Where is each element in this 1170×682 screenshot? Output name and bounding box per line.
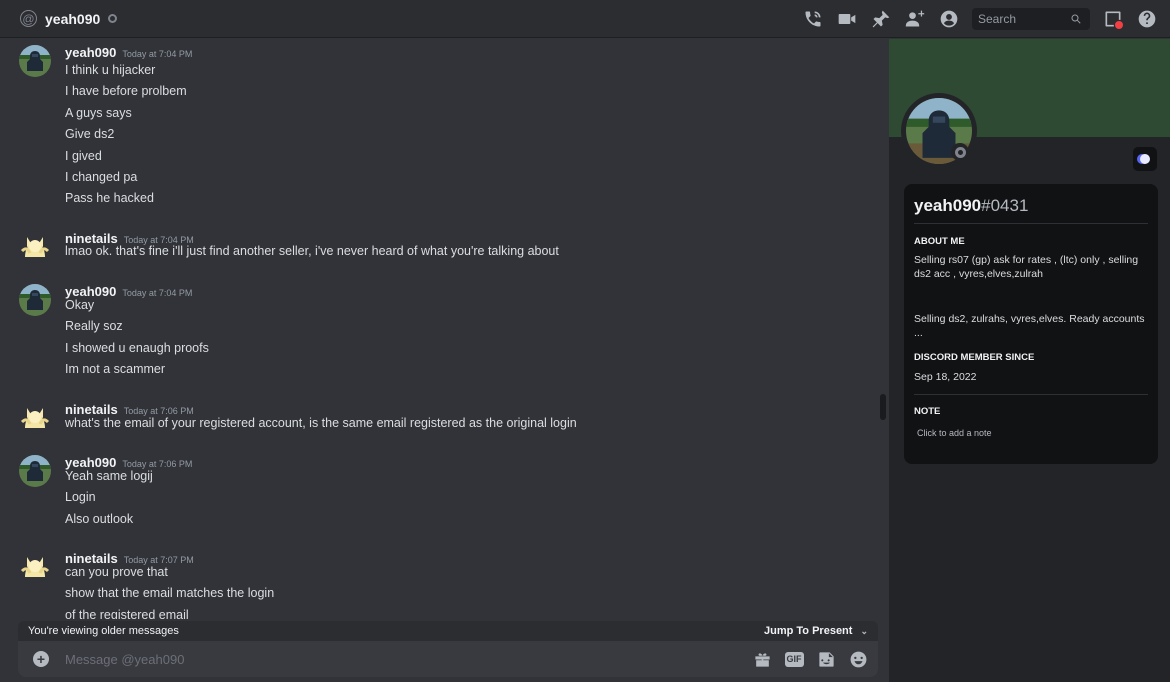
about-me-text-2: Selling ds2, zulrahs, vyres,elves. Ready… [914, 313, 1145, 339]
message-timestamp: Today at 7:07 PM [123, 555, 194, 565]
dm-username[interactable]: yeah090 [45, 11, 100, 27]
inbox-unread-dot [1115, 21, 1123, 29]
search-bar[interactable] [972, 8, 1090, 30]
fox-avatar[interactable] [19, 551, 51, 583]
message-line: Im not a scammer [65, 362, 166, 376]
message-line: I think u hijacker [65, 63, 156, 77]
sticker-icon[interactable] [816, 649, 836, 669]
note-title: NOTE [914, 406, 941, 417]
message-line: I gived [65, 149, 102, 163]
search-input[interactable] [978, 12, 1070, 26]
divider [914, 394, 1148, 395]
message-line: A guys says [65, 106, 132, 120]
message-line: what's the email of your registered acco… [65, 416, 577, 430]
knight-avatar[interactable] [19, 284, 51, 316]
message-group: ninetails Today at 7:04 PM lmao ok. that'… [0, 226, 880, 266]
emoji-icon[interactable] [848, 649, 868, 669]
message-line: lmao ok. that's fine i'll just find anot… [65, 244, 559, 258]
at-icon: @ [20, 10, 37, 27]
message-input[interactable] [65, 651, 705, 667]
message-author[interactable]: yeah090 Today at 7:04 PM [65, 45, 192, 60]
message-line: Yeah same logij [65, 469, 153, 483]
video-icon[interactable] [836, 8, 858, 30]
message-line: Also outlook [65, 512, 134, 526]
chevron-down-icon: ⌄ [860, 625, 868, 636]
fox-avatar[interactable] [19, 231, 51, 263]
message-line: Login [65, 490, 96, 504]
message-timestamp: Today at 7:04 PM [122, 49, 193, 59]
message-author[interactable]: ninetails Today at 7:07 PM [65, 551, 194, 566]
older-messages-notice: You're viewing older messages [28, 625, 179, 637]
gif-icon: GIF [784, 651, 804, 667]
message-group: yeah090 Today at 7:04 PM I think u hijack… [0, 40, 880, 215]
note-input[interactable] [914, 425, 1148, 441]
message-line: I showed u enaugh proofs [65, 341, 209, 355]
gif-button[interactable]: GIF [784, 649, 804, 669]
add-friend-icon[interactable] [904, 8, 926, 30]
message-timestamp: Today at 7:06 PM [123, 406, 194, 416]
message-composer: + GIF [18, 641, 878, 677]
gift-icon[interactable] [752, 649, 772, 669]
message-group: yeah090 Today at 7:04 PM Okay Really soz … [0, 279, 880, 379]
message-line: can you prove that [65, 565, 168, 579]
status-offline-icon [951, 143, 969, 161]
message-group: yeah090 Today at 7:06 PM Yeah same logij … [0, 450, 880, 530]
knight-avatar[interactable] [19, 45, 51, 77]
member-since-date: Sep 18, 2022 [914, 371, 977, 383]
about-me-text: Selling rs07 (gp) ask for rates , (ltc) … [914, 254, 1139, 280]
profile-name[interactable]: yeah090#0431 [914, 196, 1028, 216]
message-group: ninetails Today at 7:07 PM can you prove … [0, 546, 880, 619]
fox-avatar[interactable] [19, 402, 51, 434]
nitro-badge-icon[interactable] [1133, 147, 1157, 171]
call-icon[interactable] [802, 8, 824, 30]
message-author[interactable]: yeah090 Today at 7:04 PM [65, 284, 192, 299]
message-line: Really soz [65, 319, 123, 333]
message-line: Pass he hacked [65, 191, 154, 205]
older-messages-bar: You're viewing older messages Jump To Pr… [18, 621, 878, 641]
about-me-title: ABOUT ME [914, 236, 965, 247]
message-author[interactable]: ninetails Today at 7:06 PM [65, 402, 194, 417]
status-offline-icon [108, 14, 118, 23]
inbox-icon[interactable] [1102, 8, 1124, 30]
message-timestamp: Today at 7:04 PM [122, 288, 193, 298]
message-line: I have before prolbem [65, 84, 187, 98]
member-since-title: DISCORD MEMBER SINCE [914, 352, 1035, 363]
upload-plus-icon[interactable]: + [33, 651, 49, 667]
header-toolbar [790, 0, 1158, 38]
help-icon[interactable] [1136, 8, 1158, 30]
message-line: Okay [65, 298, 95, 312]
profile-toggle-icon[interactable] [938, 8, 960, 30]
knight-avatar[interactable] [19, 455, 51, 487]
message-list: yeah090 Today at 7:04 PM I think u hijack… [0, 39, 888, 619]
composer-tools: GIF [740, 641, 868, 677]
pin-icon[interactable] [870, 8, 892, 30]
message-timestamp: Today at 7:06 PM [122, 459, 193, 469]
message-group: ninetails Today at 7:06 PM what's the ema… [0, 397, 880, 437]
scrollbar-thumb[interactable] [880, 394, 886, 420]
message-line: Give ds2 [65, 127, 115, 141]
profile-discriminator: #0431 [981, 196, 1029, 215]
dm-header: @ yeah090 [0, 0, 1170, 38]
message-line: I changed pa [65, 170, 138, 184]
message-author[interactable]: yeah090 Today at 7:06 PM [65, 455, 192, 470]
search-icon [1071, 14, 1081, 24]
message-line: of the registered email [65, 608, 189, 619]
message-line: show that the email matches the login [65, 586, 275, 600]
profile-card: yeah090#0431 ABOUT ME Selling rs07 (gp) … [904, 184, 1158, 464]
jump-to-present-button[interactable]: Jump To Present ⌄ [764, 625, 868, 637]
user-profile-panel: yeah090#0431 ABOUT ME Selling rs07 (gp) … [889, 39, 1170, 682]
divider [914, 223, 1148, 224]
chat-area: yeah090 Today at 7:04 PM I think u hijack… [0, 39, 888, 682]
